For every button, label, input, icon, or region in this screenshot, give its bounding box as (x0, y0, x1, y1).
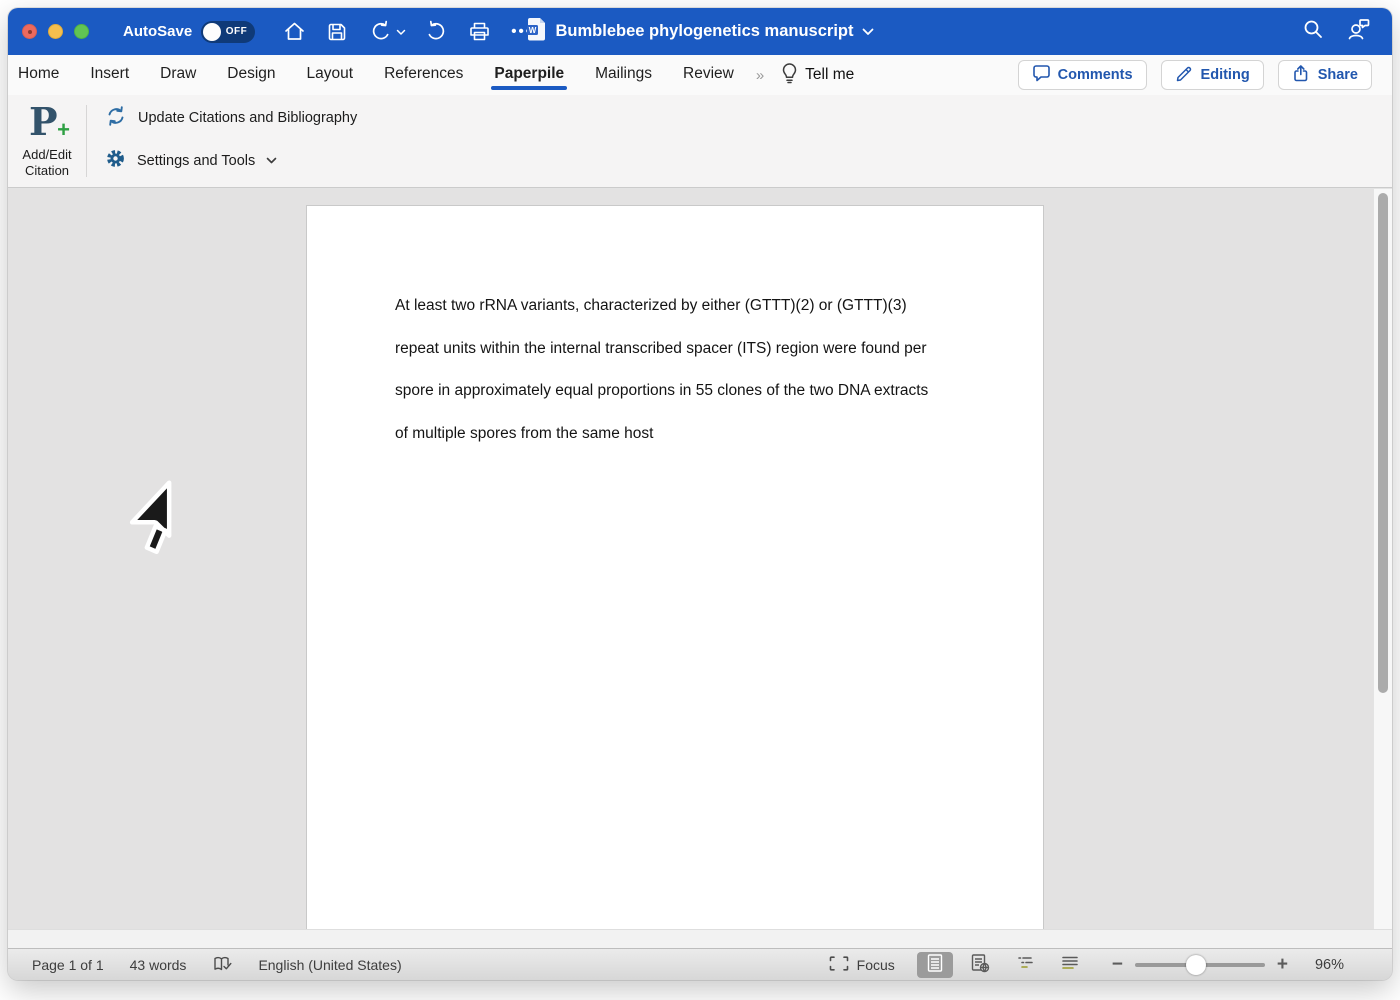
fullscreen-button[interactable] (74, 24, 89, 39)
zoom-slider-thumb[interactable] (1186, 955, 1206, 975)
zoom-out-button[interactable]: − (1112, 955, 1123, 974)
page-count[interactable]: Page 1 of 1 (32, 957, 104, 973)
tab-mailings[interactable]: Mailings (595, 61, 652, 90)
print-icon (468, 20, 491, 43)
sync-icon (105, 105, 127, 132)
paperpile-ribbon: P + Add/Edit Citation Update Cita (8, 95, 1392, 188)
document-page[interactable]: At least two rRNA variants, characterize… (306, 205, 1044, 929)
zoom-slider[interactable] (1135, 963, 1265, 967)
tab-references[interactable]: References (384, 61, 463, 90)
save-button[interactable] (324, 19, 350, 45)
comments-button[interactable]: Comments (1018, 60, 1147, 90)
update-citations-button[interactable]: Update Citations and Bibliography (105, 104, 357, 132)
minimize-button[interactable] (48, 24, 63, 39)
focus-toggle[interactable]: Focus (829, 956, 895, 974)
web-layout-icon (970, 953, 990, 976)
title-bar: AutoSave OFF (8, 8, 1392, 55)
add-edit-citation-label-1: Add/Edit (22, 147, 71, 163)
document-paragraph[interactable]: At least two rRNA variants, characterize… (395, 290, 953, 460)
print-layout-icon (926, 953, 944, 976)
gear-icon (105, 148, 126, 174)
document-title[interactable]: Bumblebee phylogenetics manuscript (556, 22, 854, 41)
update-citations-label: Update Citations and Bibliography (138, 110, 357, 126)
print-button[interactable] (466, 19, 492, 45)
pencil-icon (1175, 64, 1194, 87)
autosave-toggle[interactable]: OFF (201, 21, 255, 43)
title-dropdown-chevron[interactable] (862, 23, 874, 41)
undo-dropdown-chevron[interactable] (396, 23, 406, 41)
search-icon[interactable] (1302, 18, 1324, 45)
tell-me-control[interactable]: Tell me (781, 62, 854, 89)
undo-button[interactable] (367, 19, 393, 45)
print-layout-view-button[interactable] (917, 952, 953, 978)
share-button[interactable]: Share (1278, 60, 1372, 90)
settings-tools-button[interactable]: Settings and Tools (105, 147, 357, 175)
document-line[interactable]: spore in approximately equal proportions… (395, 375, 953, 418)
zoom-in-button[interactable]: + (1277, 955, 1288, 974)
redo-icon (425, 20, 448, 43)
word-window: AutoSave OFF (8, 8, 1392, 980)
more-tabs-chevron-icon[interactable]: » (756, 67, 763, 84)
mouse-cursor (114, 469, 192, 566)
save-icon (326, 21, 348, 43)
redo-button[interactable] (423, 19, 449, 45)
outline-view-button[interactable] (1007, 952, 1043, 978)
zoom-controls: − + 96% (1112, 955, 1344, 974)
traffic-lights (22, 24, 89, 39)
home-button[interactable] (281, 19, 307, 45)
share-label: Share (1318, 67, 1358, 83)
spellcheck-icon[interactable] (212, 954, 232, 976)
contact-presence-icon[interactable] (1346, 17, 1372, 46)
focus-label: Focus (857, 957, 895, 973)
tab-draw[interactable]: Draw (160, 61, 196, 90)
autosave-control: AutoSave OFF (123, 21, 255, 43)
comment-bubble-icon (1032, 64, 1051, 86)
document-line[interactable]: repeat units within the internal transcr… (395, 333, 953, 376)
undo-icon (369, 20, 392, 43)
document-line[interactable]: of multiple spores from the same host (395, 418, 953, 461)
add-edit-citation-label-2: Citation (22, 163, 71, 179)
web-layout-view-button[interactable] (962, 952, 998, 978)
editing-button[interactable]: Editing (1161, 60, 1264, 90)
autosave-toggle-knob (203, 23, 221, 41)
draft-view-icon (1060, 954, 1080, 975)
tell-me-label: Tell me (805, 66, 854, 84)
settings-tools-label: Settings and Tools (137, 153, 255, 169)
tab-review[interactable]: Review (683, 61, 734, 90)
share-icon (1292, 64, 1311, 87)
tab-insert[interactable]: Insert (90, 61, 129, 90)
zoom-percentage[interactable]: 96% (1300, 957, 1344, 973)
home-icon (283, 20, 306, 43)
autosave-label: AutoSave (123, 23, 192, 40)
outline-view-icon (1015, 954, 1035, 975)
tab-design[interactable]: Design (227, 61, 275, 90)
ribbon-tab-bar: Home Insert Draw Design Layout Reference… (8, 55, 1392, 95)
close-button[interactable] (22, 24, 37, 39)
more-commands-button[interactable]: ••• (509, 19, 535, 45)
comments-label: Comments (1058, 67, 1133, 83)
add-edit-citation-button[interactable]: P + Add/Edit Citation (8, 99, 86, 181)
settings-dropdown-chevron-icon (266, 152, 277, 170)
tab-layout[interactable]: Layout (307, 61, 354, 90)
autosave-state: OFF (226, 26, 248, 37)
focus-icon (829, 956, 849, 974)
vertical-scrollbar-thumb[interactable] (1378, 193, 1388, 693)
language-indicator[interactable]: English (United States) (258, 957, 401, 973)
lightbulb-icon (781, 62, 798, 89)
document-line[interactable]: At least two rRNA variants, characterize… (395, 290, 953, 333)
tab-home[interactable]: Home (18, 61, 59, 90)
tab-paperpile[interactable]: Paperpile (494, 61, 564, 90)
vertical-scrollbar (1373, 189, 1392, 929)
editing-label: Editing (1201, 67, 1250, 83)
status-bar: Page 1 of 1 43 words English (United Sta… (8, 948, 1392, 980)
word-count[interactable]: 43 words (130, 957, 187, 973)
document-canvas: At least two rRNA variants, characterize… (8, 189, 1392, 948)
ribbon-group-divider (86, 105, 87, 177)
draft-view-button[interactable] (1052, 952, 1088, 978)
ellipsis-icon: ••• (511, 23, 533, 40)
paperpile-logo-icon: P + (25, 101, 69, 145)
horizontal-scroll-area (8, 929, 1392, 948)
